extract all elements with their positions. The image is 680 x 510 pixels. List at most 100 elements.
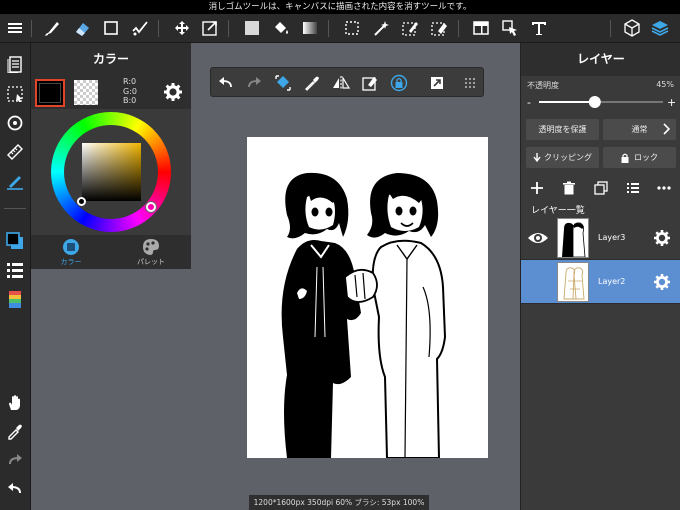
select-rect-icon[interactable] <box>340 16 364 40</box>
delete-layer-icon[interactable] <box>557 177 581 199</box>
snap-icon[interactable] <box>3 169 27 193</box>
layer-settings-gear-icon[interactable] <box>651 227 673 249</box>
lock-icon[interactable] <box>387 71 411 95</box>
select-arrow-icon[interactable] <box>498 16 522 40</box>
layer-list-view-icon[interactable] <box>621 177 645 199</box>
artwork-illustration <box>281 172 447 458</box>
rotate-icon[interactable] <box>3 111 27 135</box>
color-icon[interactable] <box>3 229 27 253</box>
ruler-icon[interactable] <box>3 140 27 164</box>
color-settings-gear-icon[interactable] <box>163 82 183 102</box>
text-icon[interactable] <box>527 16 551 40</box>
floating-toolbar <box>210 67 484 97</box>
chevron-right-icon <box>662 123 670 135</box>
gradient-icon[interactable] <box>298 16 322 40</box>
color-wheel-area[interactable] <box>31 109 191 235</box>
svg-text:-: - <box>527 96 531 109</box>
lock-label: ロック <box>634 153 658 162</box>
rgb-b: B:0 <box>123 96 137 105</box>
opacity-value: 45% <box>656 80 674 89</box>
color-tabs: カラー パレット <box>31 235 191 269</box>
layers-icon[interactable] <box>648 16 672 40</box>
fill-color-icon[interactable] <box>240 16 264 40</box>
rgb-readout: R:0 G:0 B:0 <box>123 77 137 106</box>
layer-settings-gear-icon[interactable] <box>651 271 673 293</box>
selection-icon[interactable] <box>3 82 27 106</box>
select-eraser-icon[interactable] <box>427 16 451 40</box>
rectangle-icon[interactable] <box>99 16 123 40</box>
eyedropper-icon[interactable] <box>3 419 27 443</box>
main-color-swatch[interactable] <box>35 79 65 107</box>
undo-icon[interactable] <box>214 71 238 95</box>
undo-icon[interactable] <box>3 477 27 501</box>
move-icon[interactable] <box>170 16 194 40</box>
status-bar: 消しゴムツールは、キャンバスに描画された内容を消すツールです。 <box>0 0 680 14</box>
transform-icon[interactable] <box>198 16 222 40</box>
tab-palette-label: パレット <box>137 257 165 266</box>
layer-actions <box>521 177 680 199</box>
clear-icon[interactable] <box>358 71 382 95</box>
top-toolbar <box>0 14 680 43</box>
more-icon[interactable] <box>652 177 676 199</box>
opacity-label: 不透明度 <box>527 81 559 90</box>
canvas-paper[interactable] <box>247 137 488 458</box>
eyedropper-icon[interactable] <box>300 71 324 95</box>
canvas-info-bar: 1200*1600px 350dpi 60% ブラシ: 53px 100% <box>249 495 429 510</box>
sub-color-swatch[interactable] <box>74 80 98 105</box>
opacity-slider[interactable]: - + <box>527 95 675 109</box>
protect-alpha-button[interactable]: 透明度を保護 <box>526 119 599 140</box>
color-swatch-row: R:0 G:0 B:0 <box>31 76 191 109</box>
opacity-slider-track: - + <box>527 96 675 109</box>
hue-cursor[interactable] <box>146 202 156 212</box>
brush-list-icon[interactable] <box>3 258 27 282</box>
panel-layout-icon[interactable] <box>469 16 493 40</box>
tab-color[interactable]: カラー <box>31 235 111 269</box>
menu-icon[interactable] <box>3 16 27 40</box>
clipping-label: クリッピング <box>544 153 592 162</box>
add-layer-icon[interactable] <box>525 177 549 199</box>
layer-thumbnail <box>557 218 589 258</box>
duplicate-layer-icon[interactable] <box>589 177 613 199</box>
lock-icon <box>621 153 629 163</box>
flip-icon[interactable] <box>329 71 353 95</box>
page-list-icon[interactable] <box>3 52 27 76</box>
brush-icon[interactable] <box>40 16 64 40</box>
layer-name: Layer3 <box>598 233 626 242</box>
layer-list-title: レイヤー一覧 <box>531 206 585 216</box>
palette-icon <box>143 238 159 255</box>
color-panel-title: カラー <box>31 43 191 76</box>
magic-wand-icon[interactable] <box>369 16 393 40</box>
clipping-button[interactable]: クリッピング <box>526 147 599 168</box>
transform-icon[interactable] <box>271 71 295 95</box>
svg-text:+: + <box>667 96 675 109</box>
blend-mode-select[interactable]: 通常 <box>603 119 676 140</box>
layer-row-selected[interactable]: Layer2 <box>521 260 680 304</box>
rgb-g: G:0 <box>123 86 137 96</box>
layer-thumbnail <box>557 262 589 302</box>
redo-icon[interactable] <box>242 71 266 95</box>
tab-palette[interactable]: パレット <box>111 235 191 269</box>
tab-color-label: カラー <box>60 257 82 266</box>
redo-icon[interactable] <box>3 448 27 472</box>
color-tab-icon <box>63 238 79 255</box>
eraser-icon[interactable] <box>70 16 94 40</box>
layer-row[interactable]: Layer3 <box>521 216 680 260</box>
bucket-icon[interactable] <box>269 16 293 40</box>
hand-icon[interactable] <box>3 390 27 414</box>
layer-name: Layer2 <box>598 277 626 286</box>
rgb-r: R:0 <box>123 77 137 86</box>
visibility-eye-icon[interactable] <box>527 229 549 247</box>
select-pen-icon[interactable] <box>128 16 152 40</box>
layer-panel-title: レイヤー <box>521 43 680 76</box>
layer-colors-icon[interactable] <box>3 288 27 312</box>
export-icon[interactable] <box>425 71 449 95</box>
select-pen-icon[interactable] <box>398 16 422 40</box>
clipping-icon <box>533 152 541 163</box>
blend-mode-value: 通常 <box>631 125 648 134</box>
color-panel: カラー R:0 G:0 B:0 カラー パレット <box>31 43 191 269</box>
grid-handle-icon[interactable] <box>457 71 481 95</box>
lock-button[interactable]: ロック <box>603 147 676 168</box>
saturation-value-square[interactable] <box>82 143 141 201</box>
sv-cursor[interactable] <box>77 197 86 206</box>
3d-material-icon[interactable] <box>620 16 644 40</box>
